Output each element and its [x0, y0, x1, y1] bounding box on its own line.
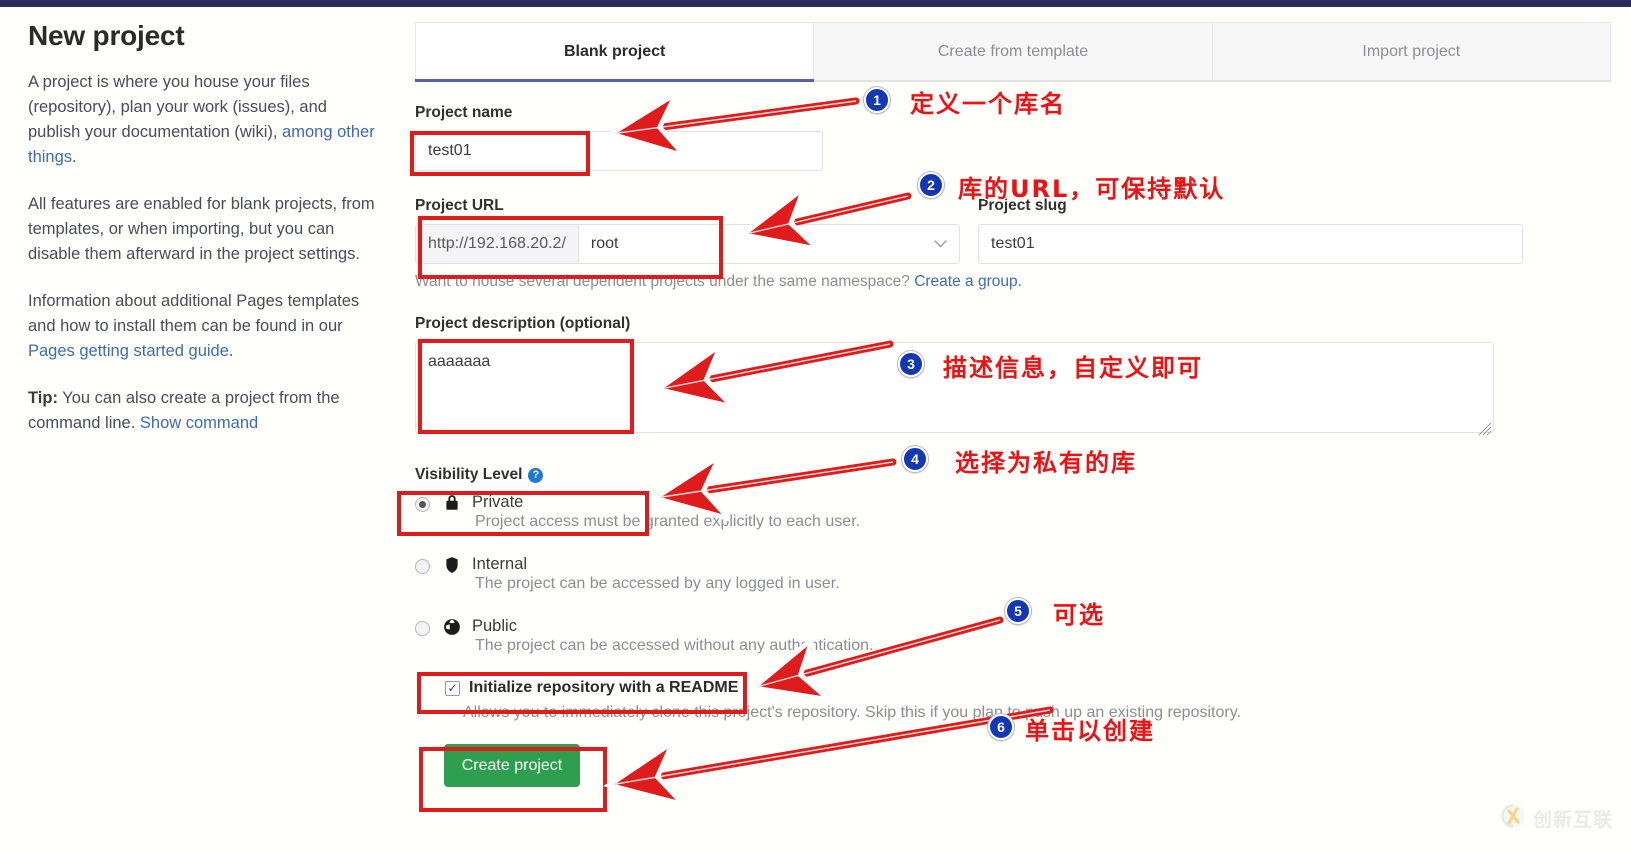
chevron-down-icon — [934, 238, 947, 250]
visibility-public-name: Public — [472, 617, 517, 635]
project-slug-group: Project slug — [978, 197, 1523, 264]
visibility-internal-desc: The project can be accessed by any logge… — [475, 575, 840, 592]
visibility-public-head: Public — [415, 617, 1611, 636]
visibility-option-private[interactable]: Private Project access must be granted e… — [415, 493, 1611, 531]
readme-label: Initialize repository with a README — [469, 679, 739, 696]
watermark: 创新互联 — [1500, 803, 1613, 834]
namespace-select-value: root — [590, 235, 619, 252]
watermark-logo-icon — [1500, 803, 1526, 834]
top-navigation-bar — [0, 0, 1631, 7]
shield-icon — [443, 556, 461, 574]
project-url-group: Project URL http://192.168.20.2/ root — [415, 197, 960, 264]
project-description-wrapper — [415, 342, 1494, 438]
watermark-text: 创新互联 — [1532, 809, 1613, 831]
info-paragraph-2: All features are enabled for blank proje… — [28, 195, 375, 263]
project-name-input[interactable] — [415, 131, 823, 171]
info-paragraph-3-tail: . — [228, 342, 234, 360]
page-title: New project — [28, 20, 185, 51]
info-paragraph-3-text: Information about additional Pages templ… — [28, 292, 360, 335]
namespace-hint: Want to house several dependent projects… — [415, 273, 1611, 291]
project-type-tabs: Blank project Create from template Impor… — [415, 22, 1611, 82]
namespace-select[interactable]: root — [577, 224, 960, 264]
tip-label: Tip: — [28, 389, 58, 407]
initialize-readme-row[interactable]: ✓ Initialize repository with a README — [415, 679, 1611, 697]
project-name-label: Project name — [415, 104, 513, 121]
visibility-private-head: Private — [415, 493, 1611, 512]
readme-hint: Allows you to immediately clone this pro… — [463, 704, 1241, 721]
new-project-page: New project A project is where you house… — [0, 0, 1631, 852]
info-paragraph-1-tail: . — [72, 148, 77, 166]
visibility-option-internal[interactable]: Internal The project can be accessed by … — [415, 555, 1611, 593]
radio-public[interactable] — [415, 621, 430, 636]
namespace-hint-text: Want to house several dependent projects… — [415, 273, 915, 290]
project-info-sidebar: New project A project is where you house… — [28, 20, 380, 436]
globe-icon — [443, 618, 461, 636]
info-paragraph-3: Information about additional Pages templ… — [28, 289, 380, 364]
visibility-internal-name: Internal — [472, 555, 528, 573]
tab-import-project[interactable]: Import project — [1212, 22, 1611, 80]
pages-getting-started-guide-link[interactable]: Pages getting started guide — [28, 342, 229, 360]
create-a-group-link[interactable]: Create a group. — [914, 273, 1022, 290]
info-paragraph-1: A project is where you house your files … — [28, 70, 380, 170]
visibility-internal-head: Internal — [415, 555, 1611, 574]
visibility-public-desc: The project can be accessed without any … — [475, 637, 874, 654]
project-slug-label: Project slug — [978, 197, 1067, 214]
radio-private[interactable] — [415, 497, 430, 512]
url-and-slug-row: Project URL http://192.168.20.2/ root Pr… — [415, 197, 1611, 264]
project-slug-input[interactable] — [978, 224, 1523, 264]
project-url-label: Project URL — [415, 197, 504, 214]
visibility-level-text: Visibility Level — [415, 466, 523, 483]
visibility-level-label: Visibility Level ? — [415, 466, 1611, 484]
project-description-textarea[interactable] — [415, 342, 1494, 433]
show-command-link[interactable]: Show command — [140, 414, 258, 432]
project-url-control: http://192.168.20.2/ root — [415, 224, 960, 264]
visibility-private-name: Private — [472, 493, 524, 511]
lock-icon — [443, 494, 461, 512]
tab-blank-project[interactable]: Blank project — [415, 22, 815, 80]
project-description-label: Project description (optional) — [415, 315, 631, 332]
new-project-panel: Blank project Create from template Impor… — [415, 22, 1611, 787]
blank-project-form: Project name Project URL http://192.168.… — [415, 82, 1611, 787]
create-project-button[interactable]: Create project — [444, 744, 580, 787]
visibility-private-desc: Project access must be granted explicitl… — [475, 513, 861, 530]
tab-create-from-template[interactable]: Create from template — [814, 22, 1213, 80]
tip-paragraph: Tip: You can also create a project from … — [28, 386, 380, 436]
help-icon[interactable]: ? — [528, 467, 544, 483]
readme-checkbox[interactable]: ✓ — [445, 680, 460, 696]
project-url-prefix: http://192.168.20.2/ — [415, 224, 578, 264]
radio-internal[interactable] — [415, 559, 430, 574]
visibility-option-public[interactable]: Public The project can be accessed witho… — [415, 617, 1611, 655]
